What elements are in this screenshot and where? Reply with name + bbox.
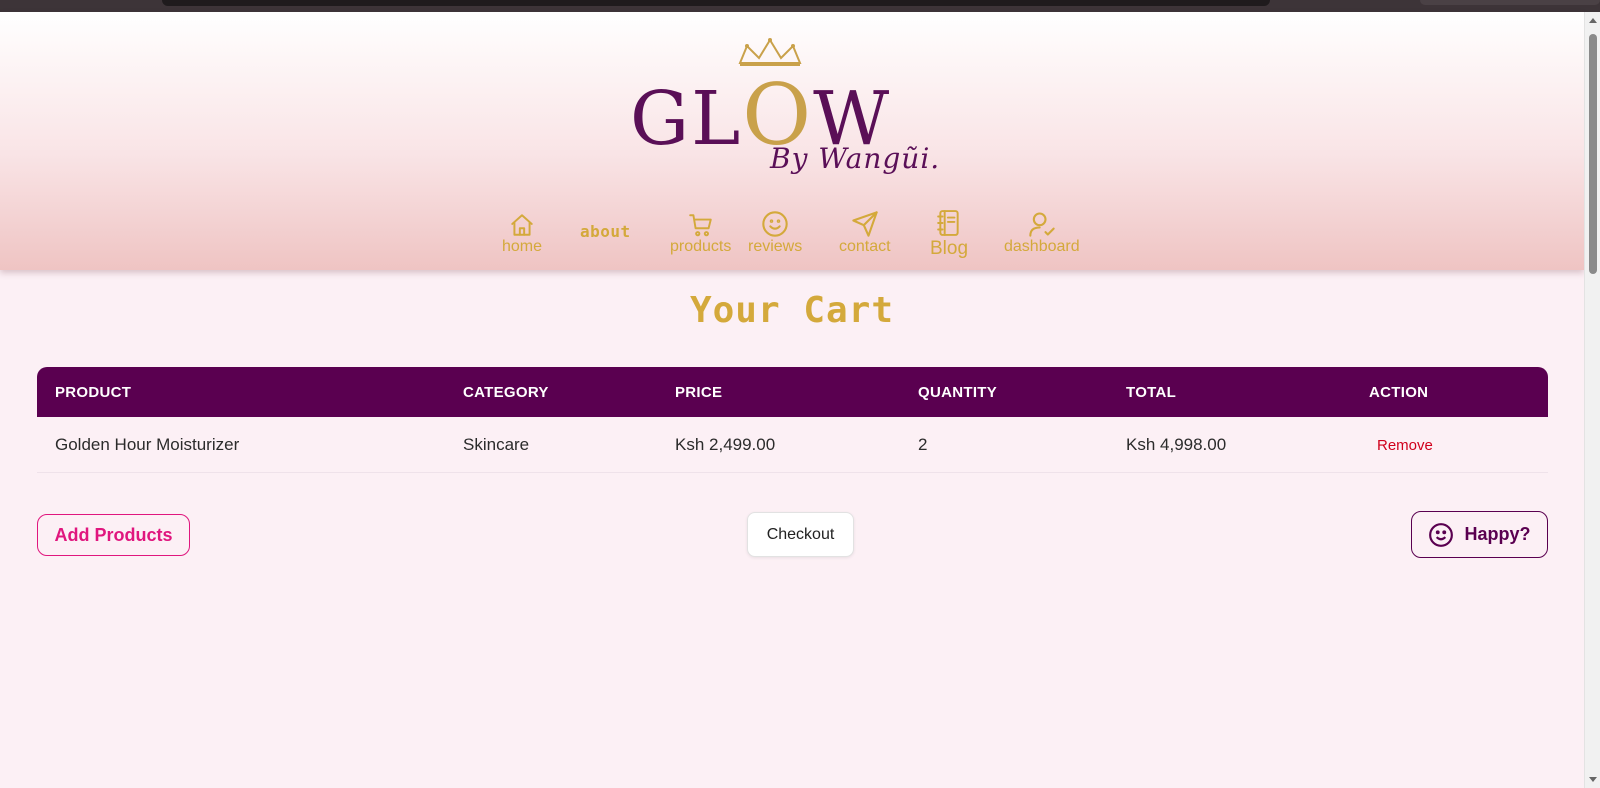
scrollbar-thumb[interactable]: [1589, 34, 1597, 274]
nav-contact[interactable]: contact: [839, 208, 891, 256]
nav-products[interactable]: products: [670, 208, 731, 256]
happy-feedback-button[interactable]: Happy?: [1411, 511, 1548, 558]
notebook-icon: [937, 210, 959, 236]
nav-products-label: products: [670, 238, 732, 255]
page-title: Your Cart: [689, 290, 895, 331]
nav-dashboard[interactable]: dashboard: [1004, 208, 1080, 256]
nav-reviews-label: reviews: [748, 238, 803, 255]
nav-home-label: home: [502, 238, 543, 255]
site-header: GLOW By Wangũi. home about products revi…: [0, 12, 1584, 270]
nav-dashboard-label: dashboard: [1004, 238, 1080, 255]
cell-category: Skincare: [445, 417, 657, 473]
happy-label: Happy?: [1464, 524, 1531, 544]
column-header-category: CATEGORY: [445, 367, 657, 417]
table-row: Golden Hour Moisturizer Skincare Ksh 2,4…: [37, 417, 1548, 473]
scroll-down-icon[interactable]: [1589, 777, 1597, 782]
brand-logo[interactable]: GLOW By Wangũi.: [630, 38, 950, 188]
browser-address-bar[interactable]: [162, 0, 1270, 6]
crown-icon: [738, 38, 802, 66]
smiley-icon: [1429, 522, 1454, 547]
add-products-button[interactable]: Add Products: [37, 514, 190, 556]
browser-toolbar: [1420, 0, 1600, 5]
cell-total: Ksh 4,998.00: [1108, 417, 1351, 473]
nav-about-label: about: [580, 222, 631, 241]
nav-reviews[interactable]: reviews: [748, 208, 802, 256]
column-header-price: PRICE: [657, 367, 900, 417]
nav-about[interactable]: about: [580, 222, 631, 241]
nav-blog[interactable]: Blog: [930, 208, 968, 260]
user-check-icon: [1029, 212, 1055, 237]
logo-byline: By Wangũi.: [770, 142, 941, 175]
table-header-row: PRODUCT CATEGORY PRICE QUANTITY TOTAL AC…: [37, 367, 1548, 417]
cart-table: PRODUCT CATEGORY PRICE QUANTITY TOTAL AC…: [37, 367, 1548, 473]
send-icon: [852, 211, 878, 237]
home-icon: [511, 214, 533, 236]
remove-button[interactable]: Remove: [1377, 437, 1433, 454]
column-header-total: TOTAL: [1108, 367, 1351, 417]
nav-contact-label: contact: [839, 238, 891, 255]
cart-icon: [688, 214, 712, 237]
cell-price: Ksh 2,499.00: [657, 417, 900, 473]
browser-chrome: [0, 0, 1600, 12]
column-header-action: ACTION: [1351, 367, 1548, 417]
cell-product: Golden Hour Moisturizer: [37, 417, 445, 473]
column-header-quantity: QUANTITY: [900, 367, 1108, 417]
page-scrollbar[interactable]: [1584, 12, 1600, 788]
nav-blog-label: Blog: [930, 238, 969, 259]
checkout-button[interactable]: Checkout: [747, 512, 854, 557]
smiley-icon: [762, 211, 788, 237]
column-header-product: PRODUCT: [37, 367, 445, 417]
main-nav: home about products reviews contact Blog…: [0, 208, 1584, 268]
cell-action: Remove: [1351, 417, 1548, 473]
nav-home[interactable]: home: [502, 208, 542, 256]
scroll-up-icon[interactable]: [1589, 18, 1597, 23]
cell-quantity: 2: [900, 417, 1108, 473]
